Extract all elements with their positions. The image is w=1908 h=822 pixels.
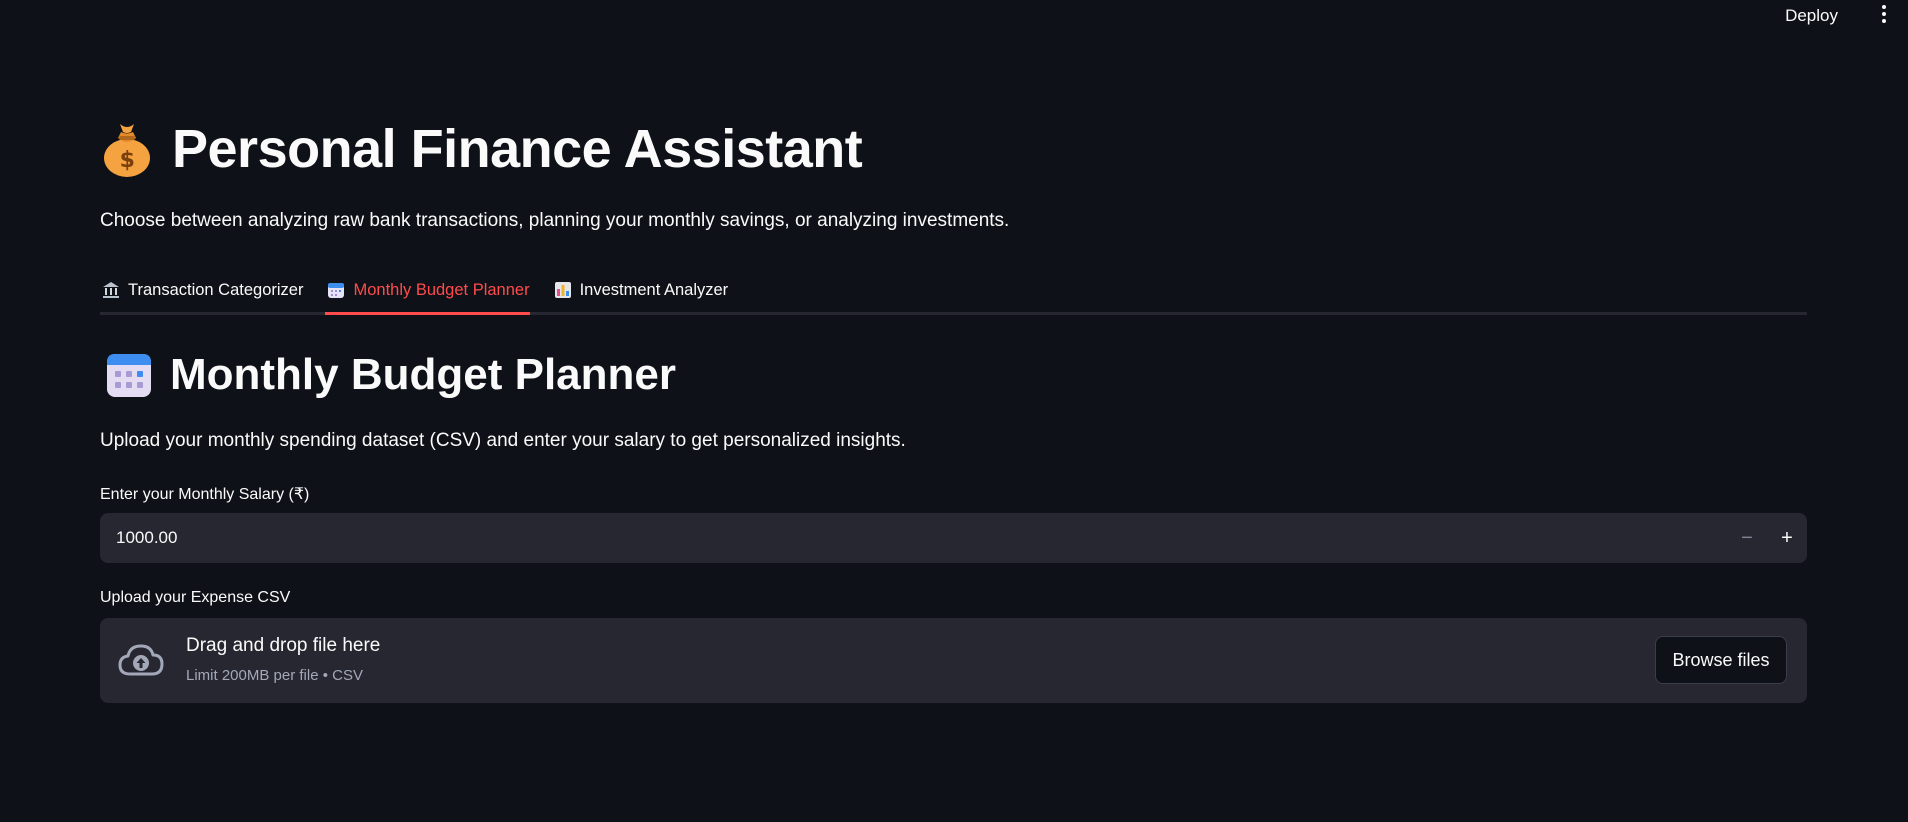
cloud-upload-icon — [118, 644, 164, 676]
salary-number-input: − + — [100, 512, 1807, 564]
page-subtitle: Choose between analyzing raw bank transa… — [100, 210, 1010, 231]
bar-chart-icon — [554, 282, 571, 298]
tab-bar: Transaction Categorizer Monthly Budget P… — [100, 268, 1807, 315]
section-title-text: Monthly Budget Planner — [170, 350, 676, 399]
kebab-menu-icon[interactable] — [1878, 3, 1890, 25]
bank-icon — [103, 282, 119, 298]
file-limit-text: Limit 200MB per file • CSV — [186, 667, 363, 684]
tab-label: Transaction Categorizer — [128, 280, 304, 299]
increment-button[interactable]: + — [1767, 513, 1807, 563]
salary-input[interactable] — [100, 512, 1727, 564]
tab-monthly-budget-planner[interactable]: Monthly Budget Planner — [325, 268, 530, 315]
money-bag-icon: $ — [104, 124, 150, 177]
browse-files-button[interactable]: Browse files — [1655, 636, 1787, 684]
calendar-icon — [328, 283, 345, 298]
tab-label: Investment Analyzer — [579, 280, 729, 299]
page-title: $ Personal Finance Assistant — [100, 118, 863, 180]
section-title: Monthly Budget Planner — [106, 350, 676, 400]
salary-label: Enter your Monthly Salary (₹) — [100, 486, 310, 503]
drag-drop-text: Drag and drop file here — [186, 635, 381, 656]
tab-transaction-categorizer[interactable]: Transaction Categorizer — [100, 268, 303, 312]
upload-label: Upload your Expense CSV — [100, 589, 291, 606]
calendar-icon — [107, 354, 151, 397]
page-title-text: Personal Finance Assistant — [172, 119, 863, 179]
svg-text:$: $ — [120, 148, 135, 173]
decrement-button[interactable]: − — [1727, 513, 1767, 563]
file-dropzone[interactable]: Drag and drop file here Limit 200MB per … — [100, 618, 1807, 703]
tab-investment-analyzer[interactable]: Investment Analyzer — [552, 268, 729, 312]
tab-label: Monthly Budget Planner — [353, 280, 530, 299]
top-bar: Deploy — [0, 0, 1908, 30]
section-description: Upload your monthly spending dataset (CS… — [100, 430, 906, 451]
deploy-button[interactable]: Deploy — [1781, 4, 1842, 28]
